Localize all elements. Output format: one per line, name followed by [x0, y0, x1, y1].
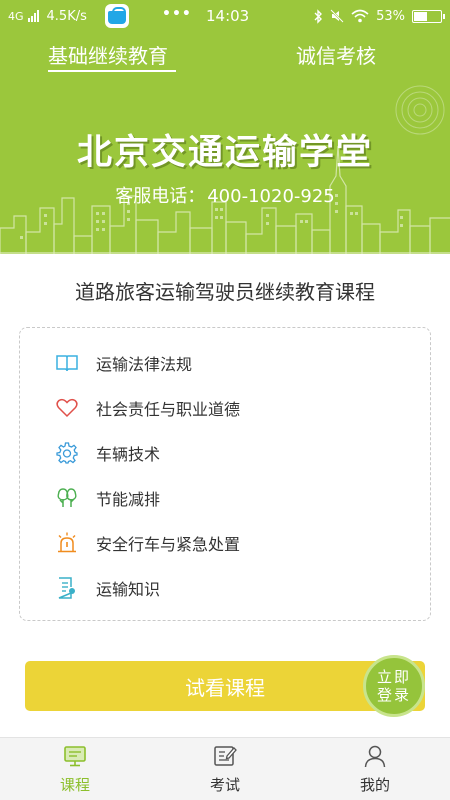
exam-pencil-icon: [214, 746, 237, 766]
customer-service-hotline[interactable]: 客服电话： 400-1020-925: [0, 182, 450, 208]
nav-label: 考试: [209, 776, 240, 794]
login-label-line2: 登录: [376, 686, 411, 704]
login-label-line1: 立即: [376, 668, 411, 686]
tab-credit-assessment[interactable]: 诚信考核: [296, 40, 376, 69]
battery-icon: [412, 9, 445, 23]
bluetooth-icon: [314, 8, 323, 24]
course-item-label: 社会责任与职业道德: [96, 400, 241, 419]
course-item-safe-driving[interactable]: 安全行车与紧急处置: [56, 529, 240, 557]
top-tabs: 基础继续教育 诚信考核: [0, 32, 450, 80]
course-item-label: 车辆技术: [96, 445, 161, 464]
course-item-social-ethics[interactable]: 社会责任与职业道德: [56, 394, 240, 422]
battery-percent: 53%: [376, 8, 405, 24]
hotline-label: 客服电话：: [115, 186, 206, 207]
user-icon: [364, 745, 386, 768]
nav-exam[interactable]: 考试: [180, 738, 270, 800]
alarm-light-icon: [56, 532, 78, 554]
heart-icon: [56, 397, 78, 419]
book-icon: [56, 352, 78, 374]
nav-label: 课程: [59, 776, 90, 794]
course-item-label: 安全行车与紧急处置: [96, 535, 241, 554]
app-store-icon: [104, 4, 129, 28]
bottom-navigation: 课程 考试 我的: [0, 737, 450, 800]
course-item-energy-saving[interactable]: 节能减排: [56, 484, 160, 512]
gear-icon: [56, 442, 78, 464]
mute-icon: [330, 9, 344, 23]
course-item-label: 节能减排: [96, 490, 161, 509]
clock: 14:03: [206, 7, 250, 25]
tab-basic-education[interactable]: 基础继续教育: [48, 40, 168, 69]
status-bar: 4G 4.5K/s ••• 14:03 53%: [0, 0, 450, 32]
wifi-icon: [351, 9, 369, 23]
course-item-label: 运输法律法规: [96, 355, 193, 374]
course-list: 运输法律法规 社会责任与职业道德 车辆技术 节能减排 安全行车与紧急处置 运输知…: [19, 327, 431, 621]
nav-mine[interactable]: 我的: [330, 738, 420, 800]
course-item-transport-knowledge[interactable]: 运输知识: [56, 574, 160, 602]
nav-course[interactable]: 课程: [30, 738, 120, 800]
hotline-number[interactable]: 400-1020-925: [207, 186, 335, 207]
more-notifications-icon: •••: [162, 6, 192, 22]
login-now-button[interactable]: 立即 登录: [363, 655, 425, 717]
course-item-vehicle-tech[interactable]: 车辆技术: [56, 439, 160, 467]
header-banner: 基础继续教育 诚信考核 北京交通运输学堂 客服电话： 400-1020-925: [0, 32, 450, 254]
nav-label: 我的: [359, 776, 390, 794]
course-item-label: 运输知识: [96, 580, 161, 599]
network-type: 4G: [8, 9, 24, 23]
brand-title: 北京交通运输学堂: [76, 133, 373, 173]
active-tab-indicator: [48, 70, 176, 72]
network-speed: 4.5K/s: [46, 8, 87, 24]
signal-icon: [27, 10, 39, 22]
course-monitor-icon: [64, 746, 86, 767]
document-icon: [56, 577, 78, 599]
course-item-transport-law[interactable]: 运输法律法规: [56, 349, 192, 377]
tree-icon: [56, 487, 78, 509]
course-section-title: 道路旅客运输驾驶员继续教育课程: [75, 280, 375, 304]
